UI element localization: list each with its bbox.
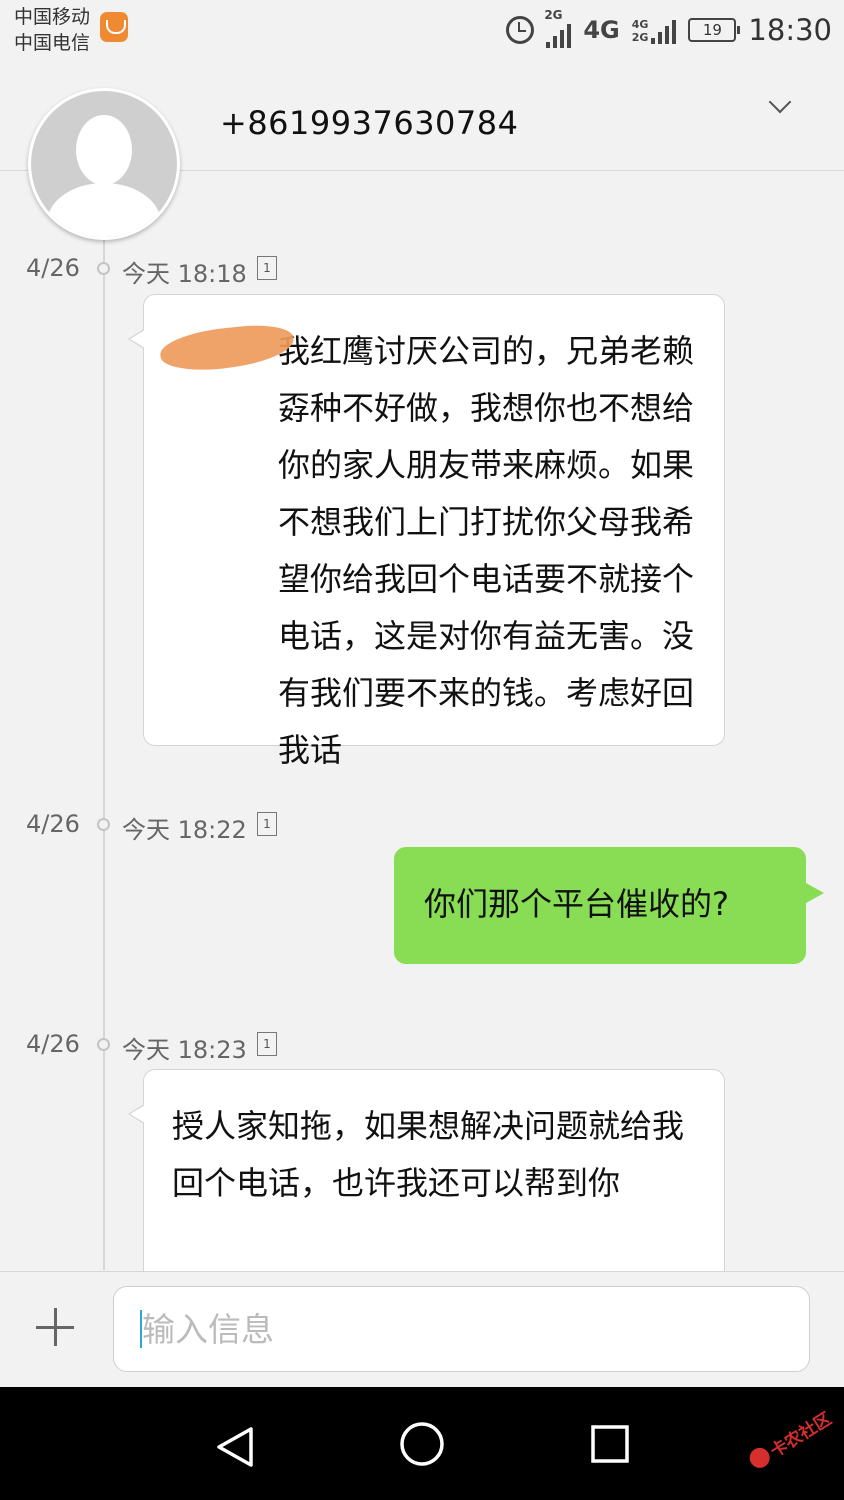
contact-phone-number[interactable]: +8619937630784	[220, 104, 518, 142]
message-date: 4/26	[26, 254, 80, 282]
message-time: 今天 18:18	[122, 260, 247, 288]
uc-browser-icon	[100, 12, 128, 42]
chevron-down-icon[interactable]	[768, 90, 792, 114]
outgoing-message-bubble[interactable]: 你们那个平台催收的?	[394, 847, 824, 964]
message-text: 你们那个平台催收的?	[424, 885, 729, 923]
carrier-2-label: 中国电信	[14, 32, 91, 54]
message-input[interactable]	[113, 1286, 810, 1372]
network-stack-label: 4G 2G	[631, 18, 649, 44]
message-text: 授人家知拖，如果想解决问题就给我回个电话，也许我还可以帮到你	[172, 1107, 685, 1202]
carrier-names: 中国移动 中国电信	[14, 4, 90, 56]
plus-icon[interactable]	[30, 1302, 80, 1352]
message-timestamp-row: 4/26 今天 18:23 1	[0, 1030, 844, 1064]
text-cursor	[140, 1310, 142, 1348]
battery-icon: 19	[688, 18, 741, 42]
network-type-label: 4G	[583, 16, 620, 44]
message-time: 今天 18:22	[122, 816, 247, 844]
contact-avatar[interactable]	[28, 88, 180, 240]
sim-card-icon: 1	[257, 812, 277, 836]
signal-network-tag: 2G	[544, 8, 563, 22]
timeline-dot	[97, 262, 110, 275]
recent-apps-icon[interactable]	[590, 1424, 630, 1464]
message-timestamp-row: 4/26 今天 18:22 1	[0, 810, 844, 844]
message-time: 今天 18:23	[122, 1036, 247, 1064]
system-navigation-bar	[0, 1387, 844, 1500]
timeline-line	[103, 170, 105, 1270]
sim-card-icon: 1	[257, 1032, 277, 1056]
status-bar: 中国移动 中国电信 2G 4G 4G 2G 19 18:30	[0, 0, 844, 60]
signal-icon: 2G	[544, 8, 572, 48]
message-date: 4/26	[26, 810, 80, 838]
home-icon[interactable]	[399, 1421, 445, 1467]
signal-icon: 4G 2G	[632, 16, 677, 44]
message-text: 我红鹰讨厌公司的，兄弟老赖孬种不好做，我想你也不想给你的家人朋友带来麻烦。如果不…	[278, 332, 695, 769]
carrier-1-label: 中国移动	[14, 6, 91, 28]
timeline-dot	[97, 1038, 110, 1051]
message-timestamp-row: 4/26 今天 18:18 1	[0, 254, 844, 288]
sim-card-icon: 1	[257, 256, 277, 280]
timeline-dot	[97, 818, 110, 831]
avatar-head-shape	[76, 115, 132, 185]
status-clock: 18:30	[748, 13, 832, 47]
avatar-body-shape	[47, 183, 161, 237]
alarm-icon	[506, 16, 535, 44]
message-composer	[0, 1271, 844, 1388]
status-indicators: 2G 4G 4G 2G 19 18:30	[506, 6, 832, 54]
message-date: 4/26	[26, 1030, 80, 1058]
